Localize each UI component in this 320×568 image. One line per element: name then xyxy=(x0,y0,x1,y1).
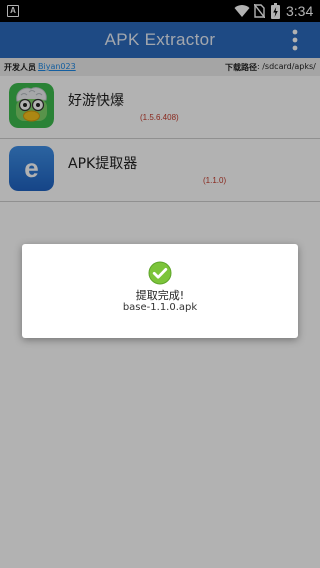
dialog-title: 提取完成! xyxy=(135,289,185,302)
success-check-icon xyxy=(148,261,172,285)
dialog-file-name: base-1.1.0.apk xyxy=(122,302,198,313)
extract-complete-dialog[interactable]: 提取完成! base-1.1.0.apk xyxy=(22,244,298,338)
